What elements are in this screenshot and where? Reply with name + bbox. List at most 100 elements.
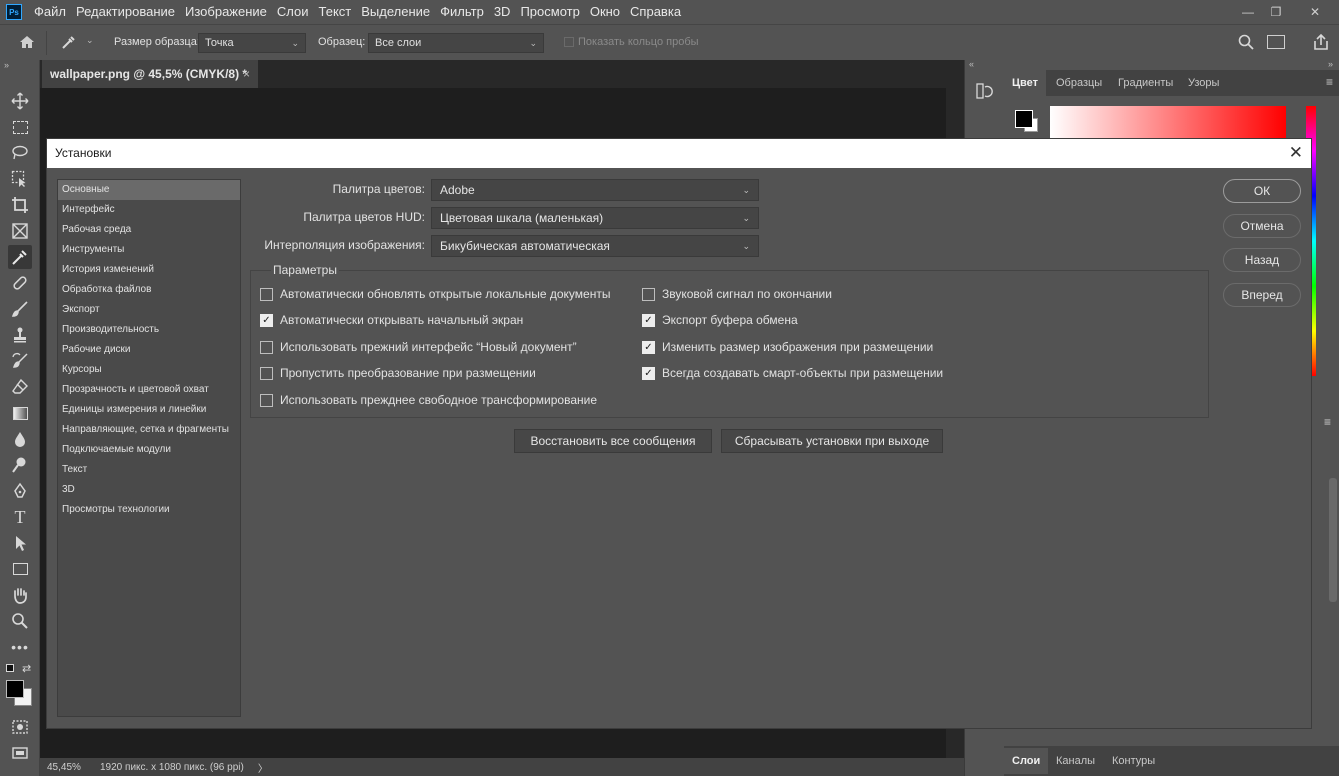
eyedropper-tool-icon[interactable] (8, 245, 32, 269)
tab-channels[interactable]: Каналы (1048, 748, 1103, 774)
checkbox-checked[interactable]: ✓ (260, 313, 273, 327)
category-scratch-disks[interactable]: Рабочие диски (58, 340, 240, 360)
menu-type[interactable]: Текст (315, 0, 358, 24)
checkbox[interactable] (642, 287, 655, 301)
menu-filter[interactable]: Фильтр (436, 0, 490, 24)
category-history-log[interactable]: История изменений (58, 260, 240, 280)
checkbox-checked[interactable]: ✓ (642, 313, 655, 327)
panel-scrollbar[interactable] (1329, 478, 1337, 602)
gradient-tool-icon[interactable] (8, 401, 32, 425)
option-beep-when-done[interactable]: Звуковой сигнал по окончании (642, 287, 832, 301)
cancel-button[interactable]: Отмена (1223, 214, 1301, 238)
ok-button[interactable]: ОК (1223, 179, 1301, 203)
category-file-handling[interactable]: Обработка файлов (58, 280, 240, 300)
hand-tool-icon[interactable] (8, 583, 32, 607)
foreground-color-swatch[interactable] (6, 680, 24, 698)
option-always-smart-objects[interactable]: ✓ Всегда создавать смарт-объекты при раз… (642, 366, 943, 380)
checkbox-checked[interactable]: ✓ (642, 340, 655, 354)
option-resize-on-place[interactable]: ✓ Изменить размер изображения при размещ… (642, 340, 933, 354)
back-button[interactable]: Назад (1223, 248, 1301, 272)
move-tool-icon[interactable] (8, 89, 32, 113)
menu-3d[interactable]: 3D (490, 0, 517, 24)
category-interface[interactable]: Интерфейс (58, 200, 240, 220)
rectangle-tool-icon[interactable] (8, 557, 32, 581)
swap-colors-icon[interactable]: ⇄ (22, 662, 31, 675)
dialog-close-icon[interactable]: ✕ (1289, 139, 1303, 168)
checkbox-checked[interactable]: ✓ (642, 366, 655, 380)
search-icon[interactable] (1238, 34, 1254, 53)
default-colors-icon[interactable] (6, 664, 14, 672)
hud-color-picker-select[interactable]: Цветовая шкала (маленькая) ⌄ (431, 207, 759, 229)
clone-stamp-tool-icon[interactable] (8, 323, 32, 347)
checkbox[interactable] (260, 366, 273, 380)
category-export[interactable]: Экспорт (58, 300, 240, 320)
menu-select[interactable]: Выделение (357, 0, 436, 24)
collapse-icon[interactable]: » (1328, 59, 1333, 69)
category-units-rulers[interactable]: Единицы измерения и линейки (58, 400, 240, 420)
category-general[interactable]: Основные (58, 180, 240, 200)
category-performance[interactable]: Производительность (58, 320, 240, 340)
lasso-tool-icon[interactable] (8, 141, 32, 165)
option-skip-transform-on-place[interactable]: Пропустить преобразование при размещении (260, 366, 536, 380)
share-icon[interactable] (1312, 33, 1330, 54)
category-3d[interactable]: 3D (58, 480, 240, 500)
sample-size-select[interactable]: Точка ⌄ (198, 33, 306, 53)
path-selection-tool-icon[interactable] (8, 531, 32, 555)
category-workspace[interactable]: Рабочая среда (58, 220, 240, 240)
collapse-icon[interactable]: » (4, 60, 9, 70)
menu-image[interactable]: Изображение (181, 0, 273, 24)
type-tool-icon[interactable]: T (8, 505, 32, 529)
screen-mode-icon[interactable] (8, 741, 32, 765)
crop-tool-icon[interactable] (8, 193, 32, 217)
category-tools[interactable]: Инструменты (58, 240, 240, 260)
close-window-button[interactable]: ✕ (1292, 0, 1338, 24)
history-brush-tool-icon[interactable] (8, 349, 32, 373)
marquee-tool-icon[interactable] (8, 115, 32, 139)
show-ring-checkbox[interactable] (564, 37, 574, 47)
tab-gradients[interactable]: Градиенты (1110, 70, 1181, 96)
quick-mask-icon[interactable] (8, 715, 32, 739)
menu-edit[interactable]: Редактирование (72, 0, 181, 24)
frame-tool-icon[interactable] (8, 219, 32, 243)
more-tools-icon[interactable]: ••• (8, 635, 32, 659)
menu-layers[interactable]: Слои (273, 0, 315, 24)
history-panel-icon[interactable] (975, 82, 993, 103)
category-transparency-gamut[interactable]: Прозрачность и цветовой охват (58, 380, 240, 400)
option-legacy-new-document[interactable]: Использовать прежний интерфейс “Новый до… (260, 340, 577, 354)
chevron-down-icon[interactable]: ⌄ (86, 35, 94, 46)
color-field[interactable] (1050, 106, 1286, 138)
pen-tool-icon[interactable] (8, 479, 32, 503)
menu-file[interactable]: Файл (30, 0, 72, 24)
panel-menu-icon[interactable]: ≡ (1326, 75, 1333, 89)
eyedropper-icon[interactable] (60, 33, 78, 54)
zoom-level[interactable]: 45,45% (47, 762, 93, 773)
foreground-color-swatch[interactable] (1015, 110, 1033, 128)
menu-window[interactable]: Окно (586, 0, 626, 24)
category-technology-previews[interactable]: Просмотры технологии (58, 500, 240, 520)
option-auto-show-home-screen[interactable]: ✓ Автоматически открывать начальный экра… (260, 313, 523, 327)
restore-button[interactable]: ❐ (1260, 0, 1292, 24)
category-plugins[interactable]: Подключаемые модули (58, 440, 240, 460)
object-select-tool-icon[interactable] (8, 167, 32, 191)
healing-brush-tool-icon[interactable] (8, 271, 32, 295)
eraser-tool-icon[interactable] (8, 375, 32, 399)
option-export-clipboard[interactable]: ✓ Экспорт буфера обмена (642, 313, 798, 327)
collapse-icon[interactable]: « (969, 59, 974, 69)
category-type[interactable]: Текст (58, 460, 240, 480)
forward-button[interactable]: Вперед (1223, 283, 1301, 307)
blur-tool-icon[interactable] (8, 427, 32, 451)
checkbox[interactable] (260, 340, 273, 354)
category-guides-grid-slices[interactable]: Направляющие, сетка и фрагменты (58, 420, 240, 440)
panel-menu-icon[interactable]: ≡ (1324, 415, 1331, 429)
checkbox[interactable] (260, 287, 273, 301)
dodge-tool-icon[interactable] (8, 453, 32, 477)
status-expand-icon[interactable]: 〉 (258, 760, 268, 775)
tab-layers[interactable]: Слои (1004, 748, 1049, 774)
home-icon[interactable] (18, 33, 36, 54)
category-cursors[interactable]: Курсоры (58, 360, 240, 380)
tab-color[interactable]: Цвет (1004, 70, 1047, 96)
checkbox[interactable] (260, 393, 273, 407)
sample-select[interactable]: Все слои ⌄ (368, 33, 544, 53)
reset-warnings-button[interactable]: Восстановить все сообщения (514, 429, 712, 453)
tab-patterns[interactable]: Узоры (1180, 70, 1227, 96)
